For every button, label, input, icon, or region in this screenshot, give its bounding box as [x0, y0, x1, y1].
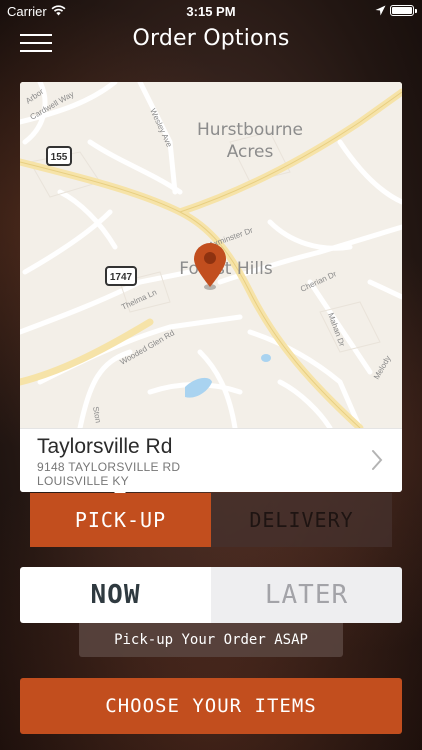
delivery-button[interactable]: DELIVERY: [211, 493, 392, 547]
route-shield-1747: 1747: [105, 266, 137, 286]
shield-label: 1747: [110, 272, 133, 283]
store-address-row[interactable]: Taylorsville Rd 9148 TAYLORSVILLE RD LOU…: [20, 428, 402, 492]
map-graphic: 155 1747 Hurstbourne Acres Forest Hills …: [20, 82, 402, 428]
area-label-acres: Acres: [227, 142, 274, 162]
choose-items-button[interactable]: CHOOSE YOUR ITEMS: [20, 678, 402, 734]
store-street-name: Taylorsville Rd: [37, 435, 173, 458]
page-title: Order Options: [132, 26, 290, 51]
order-time-toggle: NOW LATER: [20, 567, 402, 623]
order-time-hint: Pick-up Your Order ASAP: [79, 623, 343, 657]
now-button[interactable]: NOW: [20, 567, 211, 623]
order-mode-toggle: PICK-UP DELIVERY: [30, 493, 392, 547]
clock: 3:15 PM: [186, 4, 236, 19]
location-card: 155 1747 Hurstbourne Acres Forest Hills …: [20, 82, 402, 492]
area-label-forest-hills: Forest Hills: [179, 259, 273, 279]
map-view[interactable]: 155 1747 Hurstbourne Acres Forest Hills …: [20, 82, 402, 428]
store-address-line1: 9148 TAYLORSVILLE RD: [37, 460, 181, 474]
pickup-button[interactable]: PICK-UP: [30, 493, 211, 547]
store-address-line2: LOUISVILLE KY: [37, 474, 129, 488]
battery-icon: [390, 5, 417, 16]
route-shield-155: 155: [46, 146, 72, 166]
location-arrow-icon: [375, 5, 386, 16]
shield-label: 155: [51, 152, 68, 163]
chevron-right-icon: [372, 450, 383, 470]
status-bar: Carrier 3:15 PM: [0, 0, 422, 22]
later-button[interactable]: LATER: [211, 567, 402, 623]
area-label-hurstbourne: Hurstbourne: [197, 120, 303, 140]
